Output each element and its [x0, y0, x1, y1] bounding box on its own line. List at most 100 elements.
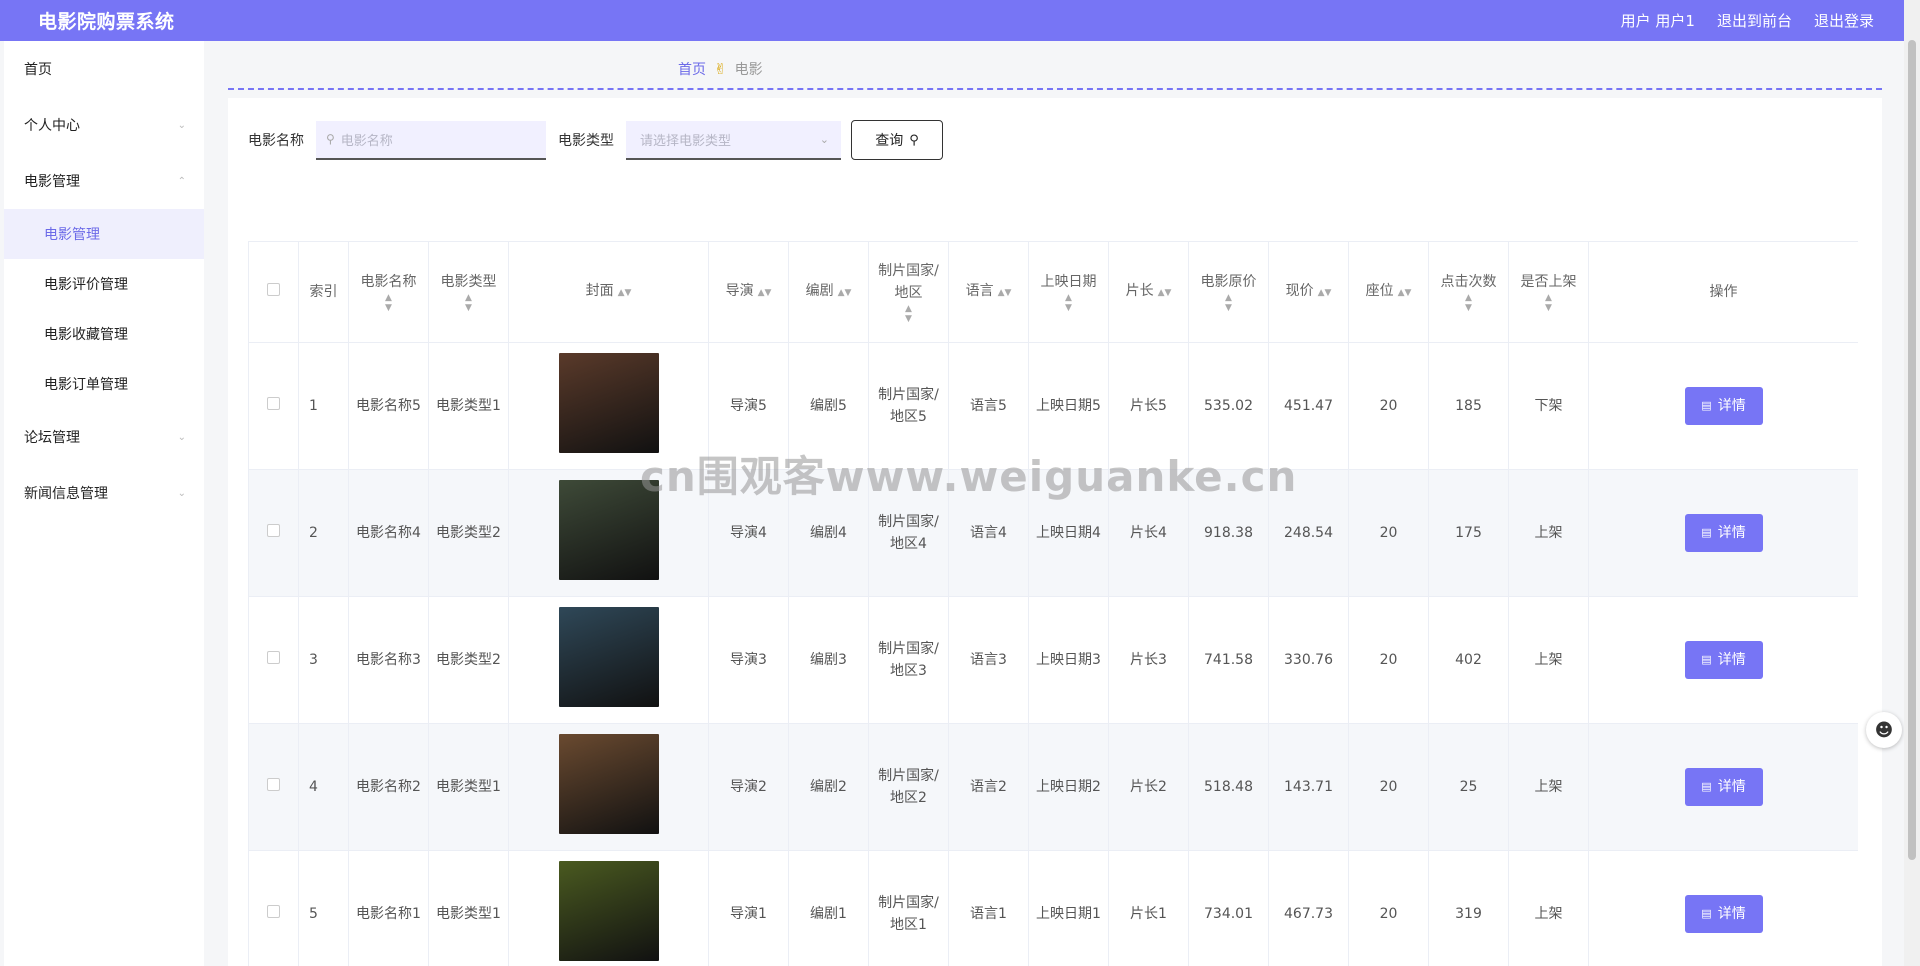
cell-name: 电影名称3: [348, 596, 429, 724]
header-movie-name[interactable]: 电影名称 ▲ ▼: [348, 241, 429, 343]
sort-icon[interactable]: ▲▼: [1158, 288, 1172, 298]
movie-name-input[interactable]: ⚲ 电影名称: [316, 120, 546, 160]
cell-type: 电影类型1: [428, 342, 509, 470]
cell-clicks: 319: [1428, 850, 1509, 966]
app-title: 电影院购票系统: [38, 11, 175, 33]
sort-icon[interactable]: ▲▼: [838, 288, 852, 298]
cell-price: 467.73: [1268, 850, 1349, 966]
header-seats[interactable]: 座位 ▲▼: [1348, 241, 1429, 343]
sort-icon[interactable]: ▲▼: [1433, 293, 1504, 313]
header-label: 制片国家/地区: [878, 263, 939, 301]
cell-index: 5: [298, 850, 349, 966]
header-duration[interactable]: 片长 ▲▼: [1108, 241, 1189, 343]
cell-price: 143.71: [1268, 723, 1349, 851]
sidebar-item-forum-management[interactable]: 论坛管理 ⌄: [4, 409, 204, 465]
sort-icon[interactable]: ▲▼: [618, 288, 632, 298]
detail-button[interactable]: ▤ 详情: [1684, 641, 1763, 679]
sidebar-item-personal-center[interactable]: 个人中心 ⌄: [4, 97, 204, 153]
sidebar-subitem-movie-order[interactable]: 电影订单管理: [4, 359, 204, 409]
sort-icon[interactable]: ▲▼: [998, 288, 1012, 298]
detail-button[interactable]: ▤ 详情: [1684, 387, 1763, 425]
sidebar-subitem-movie-review[interactable]: 电影评价管理: [4, 259, 204, 309]
row-checkbox[interactable]: [267, 651, 280, 664]
sidebar-item-movie-management[interactable]: 电影管理 ⌃: [4, 153, 204, 209]
movie-cover-image[interactable]: [558, 733, 659, 834]
cell-listed: 上架: [1508, 596, 1589, 724]
header-release-date[interactable]: 上映日期 ▲ ▼: [1028, 241, 1109, 343]
exit-to-front-link[interactable]: 退出到前台: [1717, 10, 1792, 31]
sort-icon[interactable]: ▲▼: [353, 293, 424, 313]
header-original-price[interactable]: 电影原价 ▲ ▼: [1188, 241, 1269, 343]
header-movie-type[interactable]: 电影类型 ▲ ▼: [428, 241, 509, 343]
table-row: 4 电影名称2 电影类型1 导演2 编剧2 制片国家/地区2 语言2 上映日期2 片长2 518.…: [248, 723, 1858, 851]
movie-cover-image[interactable]: [558, 606, 659, 707]
row-checkbox[interactable]: [267, 778, 280, 791]
select-all-checkbox[interactable]: [267, 283, 280, 296]
header-country[interactable]: 制片国家/地区 ▲ ▼: [868, 241, 949, 343]
cell-release: 上映日期1: [1028, 850, 1109, 966]
row-checkbox[interactable]: [267, 524, 280, 537]
cell-seats: 20: [1348, 469, 1429, 597]
cell-seats: 20: [1348, 342, 1429, 470]
sort-icon[interactable]: ▲▼: [1193, 293, 1264, 313]
row-select-cell[interactable]: [248, 342, 299, 470]
cell-writer: 编剧4: [788, 469, 869, 597]
row-select-cell[interactable]: [248, 723, 299, 851]
sort-icon[interactable]: ▲▼: [758, 288, 772, 298]
row-checkbox[interactable]: [267, 397, 280, 410]
movie-table: 索引 电影名称 ▲ ▼ 电影类型 ▲ ▼ 封面 ▲▼ 导演 ▲▼ 编剧 ▲▼ 制片国家/地区 ▲…: [248, 241, 1858, 966]
sort-icon[interactable]: ▲▼: [1033, 293, 1104, 313]
logout-link[interactable]: 退出登录: [1814, 10, 1874, 31]
sidebar-subitem-movie-favorite[interactable]: 电影收藏管理: [4, 309, 204, 359]
header-label: 点击次数: [1440, 274, 1497, 290]
sidebar-item-home[interactable]: 首页: [4, 41, 204, 97]
header-listed[interactable]: 是否上架 ▲ ▼: [1508, 241, 1589, 343]
movie-type-select[interactable]: 请选择电影类型 ⌄: [626, 120, 841, 160]
table-row: 1 电影名称5 电影类型1 导演5 编剧5 制片国家/地区5 语言5 上映日期5 片长5 535.…: [248, 342, 1858, 470]
header-writer[interactable]: 编剧 ▲▼: [788, 241, 869, 343]
row-select-cell[interactable]: [248, 850, 299, 966]
movie-name-placeholder: 电影名称: [340, 133, 393, 149]
scrollbar-thumb[interactable]: [1908, 40, 1916, 860]
detail-button[interactable]: ▤ 详情: [1684, 514, 1763, 552]
sort-icon[interactable]: ▲▼: [873, 304, 944, 324]
movie-type-placeholder: 请选择电影类型: [640, 133, 732, 149]
movie-cover-image[interactable]: [558, 352, 659, 453]
avatar[interactable]: ☻: [1866, 712, 1902, 748]
header-label: 导演: [725, 283, 754, 299]
cell-cover: [508, 596, 709, 724]
sort-icon[interactable]: ▲▼: [1318, 288, 1332, 298]
header-clicks[interactable]: 点击次数 ▲ ▼: [1428, 241, 1509, 343]
cell-seats: 20: [1348, 850, 1429, 966]
row-checkbox[interactable]: [267, 905, 280, 918]
sidebar-item-news-management[interactable]: 新闻信息管理 ⌄: [4, 465, 204, 521]
query-button[interactable]: 查询 ⚲: [851, 120, 943, 160]
header-language[interactable]: 语言 ▲▼: [948, 241, 1029, 343]
breadcrumb-divider: [228, 88, 1882, 90]
cell-type: 电影类型2: [428, 596, 509, 724]
detail-button[interactable]: ▤ 详情: [1684, 768, 1763, 806]
sidebar-subitem-movie-management[interactable]: 电影管理: [4, 209, 204, 259]
row-select-cell[interactable]: [248, 469, 299, 597]
detail-button[interactable]: ▤ 详情: [1684, 895, 1763, 933]
user-label[interactable]: 用户 用户1: [1621, 10, 1695, 31]
header-label: 现价: [1285, 283, 1314, 299]
header-cover[interactable]: 封面 ▲▼: [508, 241, 709, 343]
sort-icon[interactable]: ▲▼: [1398, 288, 1412, 298]
header-select-all[interactable]: [248, 241, 299, 343]
movie-cover-image[interactable]: [558, 860, 659, 961]
sort-icon[interactable]: ▲▼: [1513, 293, 1584, 313]
sort-icon[interactable]: ▲▼: [433, 293, 504, 313]
cell-language: 语言4: [948, 469, 1029, 597]
breadcrumb-home[interactable]: 首页: [678, 59, 706, 79]
cell-duration: 片长3: [1108, 596, 1189, 724]
movie-cover-image[interactable]: [558, 479, 659, 580]
header-label: 是否上架: [1520, 274, 1577, 290]
row-select-cell[interactable]: [248, 596, 299, 724]
page-scrollbar[interactable]: [1904, 0, 1920, 966]
avatar-icon: ☻: [1874, 719, 1894, 741]
cell-language: 语言2: [948, 723, 1029, 851]
header-director[interactable]: 导演 ▲▼: [708, 241, 789, 343]
chevron-down-icon: ⌄: [177, 119, 186, 131]
header-price[interactable]: 现价 ▲▼: [1268, 241, 1349, 343]
